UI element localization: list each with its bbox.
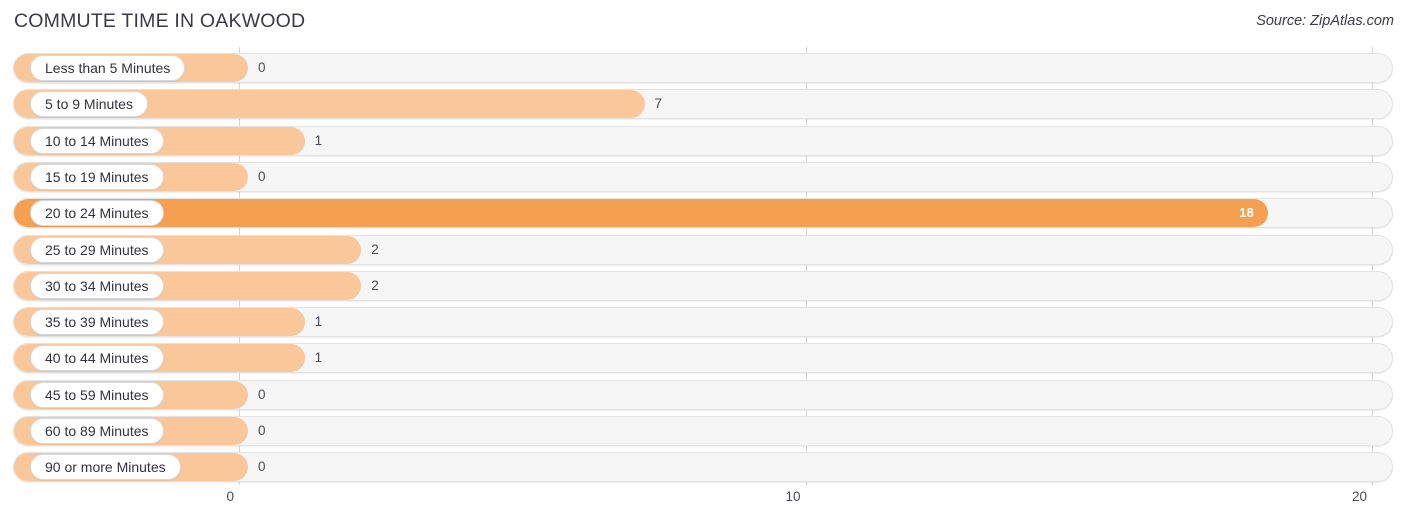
category-label[interactable]: 45 to 59 Minutes (30, 381, 164, 408)
bar-value-label: 1 (314, 350, 323, 366)
category-label[interactable]: 10 to 14 Minutes (30, 127, 164, 154)
category-label[interactable]: 25 to 29 Minutes (30, 236, 164, 263)
chart-row: 0 90 or more Minutes (0, 452, 1406, 483)
page-title: COMMUTE TIME IN OAKWOOD (14, 10, 306, 32)
chart-row: 0 Less than 5 Minutes (0, 53, 1406, 83)
chart-row: 18 20 to 24 Minutes (0, 198, 1406, 229)
x-axis: 0 10 20 (0, 485, 1406, 523)
category-label[interactable]: 15 to 19 Minutes (30, 163, 164, 190)
bar-value-label: 18 (1239, 205, 1254, 221)
chart-row: 0 60 to 89 Minutes (0, 416, 1406, 446)
category-label[interactable]: 30 to 34 Minutes (30, 272, 164, 299)
category-label[interactable]: 40 to 44 Minutes (30, 345, 164, 372)
bar-value-label: 0 (258, 386, 266, 402)
bar-value-label: 0 (258, 459, 266, 475)
category-label[interactable]: 60 to 89 Minutes (30, 418, 164, 444)
bar[interactable]: 18 (14, 199, 1268, 228)
axis-tick-label: 0 (226, 489, 234, 504)
bar-value-label: 0 (258, 60, 266, 75)
bar-value-label: 1 (314, 132, 323, 148)
chart-row: 7 5 to 9 Minutes (0, 89, 1406, 120)
category-label[interactable]: Less than 5 Minutes (30, 55, 186, 81)
axis-tick-label: 20 (1351, 489, 1367, 504)
chart-row: 0 15 to 19 Minutes (0, 161, 1406, 192)
chart-row: 1 40 to 44 Minutes (0, 343, 1406, 374)
chart-row: 0 45 to 59 Minutes (0, 379, 1406, 410)
chart-plot-area: 0 Less than 5 Minutes 7 5 to 9 Minutes 1 10 t… (0, 47, 1406, 485)
category-label[interactable]: 20 to 24 Minutes (30, 200, 164, 227)
source-attribution: Source: ZipAtlas.com (1256, 13, 1394, 29)
category-label[interactable]: 5 to 9 Minutes (30, 91, 148, 118)
category-label[interactable]: 90 or more Minutes (30, 454, 181, 481)
bar-value-label: 0 (258, 423, 266, 438)
chart-row: 1 35 to 39 Minutes (0, 307, 1406, 338)
chart-row: 2 30 to 34 Minutes (0, 270, 1406, 301)
bar-value-label: 2 (371, 241, 379, 257)
bar-value-label: 7 (654, 96, 663, 112)
category-label[interactable]: 35 to 39 Minutes (30, 309, 164, 336)
chart-header: COMMUTE TIME IN OAKWOOD Source: ZipAtlas… (0, 0, 1406, 45)
axis-tick-label: 10 (785, 489, 801, 504)
bar-value-label: 1 (314, 314, 323, 330)
bar-value-label: 0 (258, 168, 266, 184)
bar-value-label: 2 (371, 277, 379, 293)
chart-row: 1 10 to 14 Minutes (0, 125, 1406, 156)
chart-row: 2 25 to 29 Minutes (0, 234, 1406, 265)
